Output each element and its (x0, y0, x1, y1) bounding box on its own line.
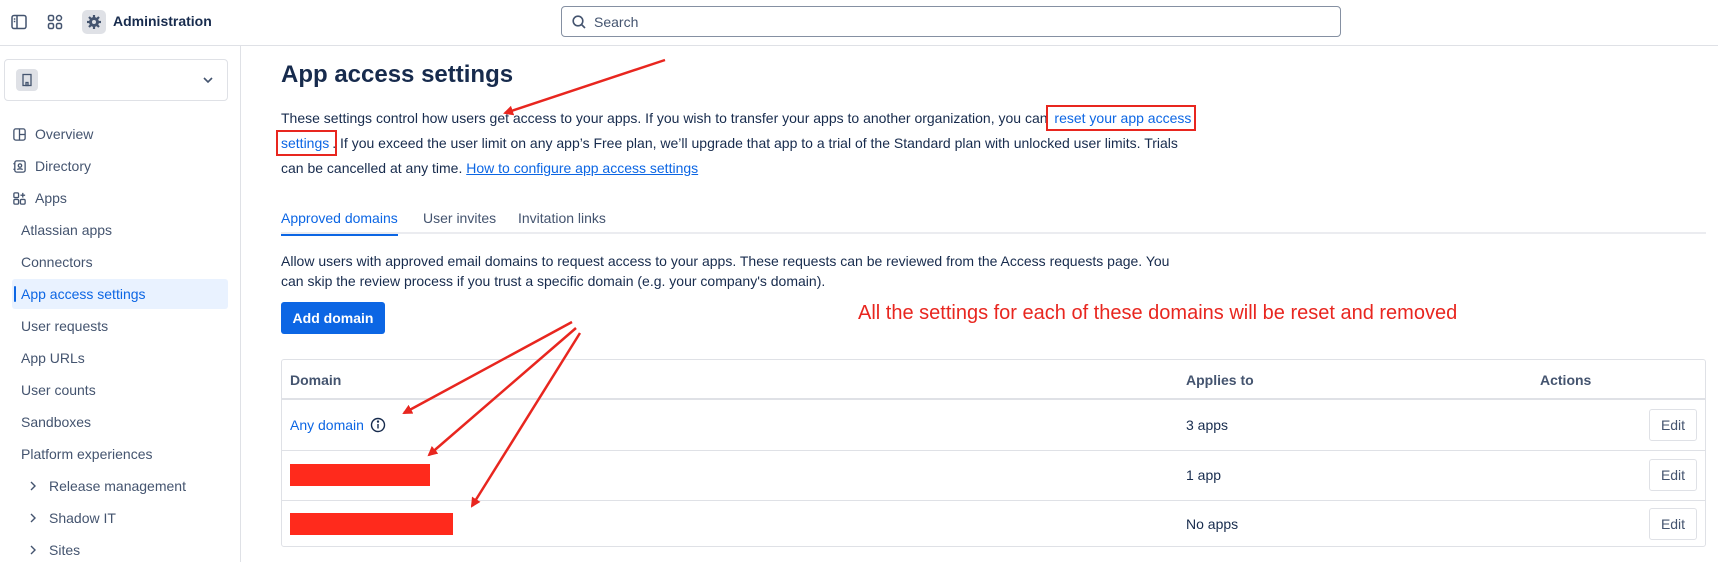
description-text: These settings control how users get acc… (281, 110, 1048, 126)
column-header-actions: Actions (1540, 372, 1592, 388)
table-header: Domain Applies to Actions (282, 360, 1705, 400)
table-row: 1 app Edit (282, 452, 1705, 501)
sidebar-item-sandboxes[interactable]: Sandboxes (0, 407, 228, 437)
sidebar-item-label: App access settings (21, 286, 146, 302)
sidebar-item-label: Directory (35, 158, 92, 174)
search-icon (572, 14, 586, 29)
organization-switcher[interactable] (4, 59, 228, 101)
applies-to-cell: 3 apps (1186, 417, 1229, 433)
table-row: No apps Edit (282, 501, 1705, 546)
info-icon[interactable] (370, 417, 386, 433)
sidebar-item-app-urls[interactable]: App URLs (0, 343, 228, 373)
app-title: Administration (113, 13, 212, 29)
tab-user-invites[interactable]: User invites (423, 210, 496, 236)
directory-icon (11, 158, 27, 174)
building-icon (16, 69, 38, 91)
sidebar-item-label: Sites (49, 542, 81, 558)
tab-description: Allow users with approved email domains … (281, 253, 1170, 289)
sidebar-item-label: Shadow IT (49, 510, 116, 526)
page-title: App access settings (281, 61, 514, 88)
sidebar-item-label: Apps (35, 190, 67, 206)
chevron-right-icon (30, 545, 36, 555)
any-domain-link[interactable]: Any domain (290, 417, 364, 433)
applies-to-cell: No apps (1186, 516, 1239, 532)
sidebar: Overview Directory Apps Atlassian apps C… (0, 46, 241, 562)
sidebar-item-directory[interactable]: Directory (0, 151, 228, 181)
sidebar-item-label: Release management (49, 478, 186, 494)
redacted-domain (290, 464, 430, 486)
sidebar-item-label: Sandboxes (21, 414, 92, 430)
domain-cell: Any domain (290, 417, 386, 433)
chevron-right-icon (30, 481, 36, 491)
add-domain-button[interactable]: Add domain (281, 302, 385, 334)
sidebar-item-label: Platform experiences (21, 446, 153, 462)
description-text-continued: . If you exceed the user limit on any ap… (281, 135, 1178, 176)
sidebar-toggle-icon[interactable] (7, 10, 31, 34)
edit-button[interactable]: Edit (1649, 459, 1697, 491)
sidebar-item-sites[interactable]: Sites (0, 535, 228, 562)
sidebar-item-atlassian-apps[interactable]: Atlassian apps (0, 215, 228, 245)
app-switcher-icon[interactable] (43, 10, 67, 34)
edit-button[interactable]: Edit (1649, 409, 1697, 441)
edit-button[interactable]: Edit (1649, 508, 1697, 540)
annotation-text: All the settings for each of these domai… (858, 302, 1458, 324)
sidebar-item-label: User counts (21, 382, 96, 398)
domains-table: Domain Applies to Actions Any domain 3 a… (281, 359, 1706, 547)
sidebar-item-connectors[interactable]: Connectors (0, 247, 228, 277)
column-header-domain[interactable]: Domain (290, 372, 341, 388)
applies-to-cell: 1 app (1186, 467, 1222, 483)
apps-icon (11, 190, 27, 206)
sidebar-item-shadow-it[interactable]: Shadow IT (0, 503, 228, 533)
sidebar-item-label: Connectors (21, 254, 93, 270)
overview-icon (11, 126, 27, 142)
sidebar-item-label: User requests (21, 318, 109, 334)
how-to-configure-link[interactable]: How to configure app access settings (466, 160, 698, 176)
sidebar-item-user-counts[interactable]: User counts (0, 375, 228, 405)
sidebar-item-label: Atlassian apps (21, 222, 113, 238)
redacted-domain (290, 513, 453, 535)
search-bar[interactable] (561, 6, 1341, 37)
sidebar-item-platform-experiences[interactable]: Platform experiences (0, 439, 228, 469)
column-header-applies-to[interactable]: Applies to (1186, 372, 1254, 388)
tab-approved-domains[interactable]: Approved domains (281, 210, 398, 236)
chevron-down-icon (203, 77, 213, 84)
sidebar-item-app-access-settings[interactable]: App access settings (12, 279, 228, 309)
top-bar: Administration (0, 0, 1718, 46)
table-row: Any domain 3 apps Edit (282, 402, 1705, 451)
chevron-right-icon (30, 513, 36, 523)
sidebar-item-label: Overview (35, 126, 94, 142)
sidebar-item-label: App URLs (21, 350, 85, 366)
page-description: These settings control how users get acc… (275, 105, 1201, 181)
sidebar-item-overview[interactable]: Overview (0, 119, 228, 149)
sidebar-item-user-requests[interactable]: User requests (0, 311, 228, 341)
administration-gear-icon (82, 10, 106, 34)
search-input[interactable] (594, 13, 1314, 30)
tab-bar: Approved domains User invites Invitation… (281, 206, 1706, 236)
sidebar-item-apps[interactable]: Apps (0, 183, 228, 213)
sidebar-item-release-management[interactable]: Release management (0, 471, 228, 501)
tab-invitation-links[interactable]: Invitation links (518, 210, 606, 236)
